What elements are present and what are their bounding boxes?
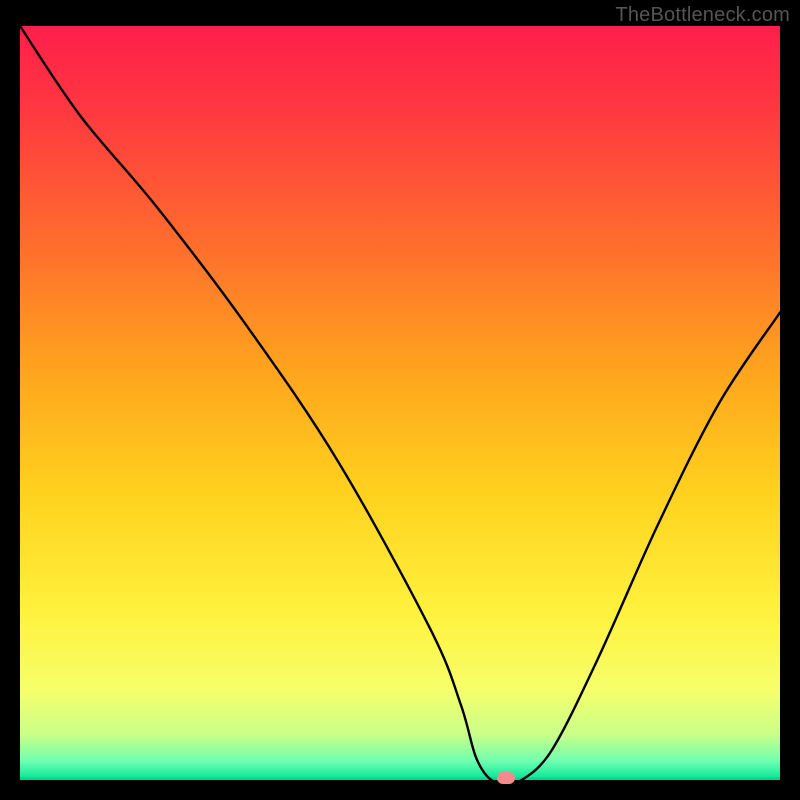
watermark-text: TheBottleneck.com (615, 4, 790, 27)
chart-svg (20, 26, 780, 780)
plot-area (20, 26, 780, 780)
optimal-point-marker (497, 772, 515, 784)
gradient-background (20, 26, 780, 780)
chart-frame: TheBottleneck.com (0, 0, 800, 800)
